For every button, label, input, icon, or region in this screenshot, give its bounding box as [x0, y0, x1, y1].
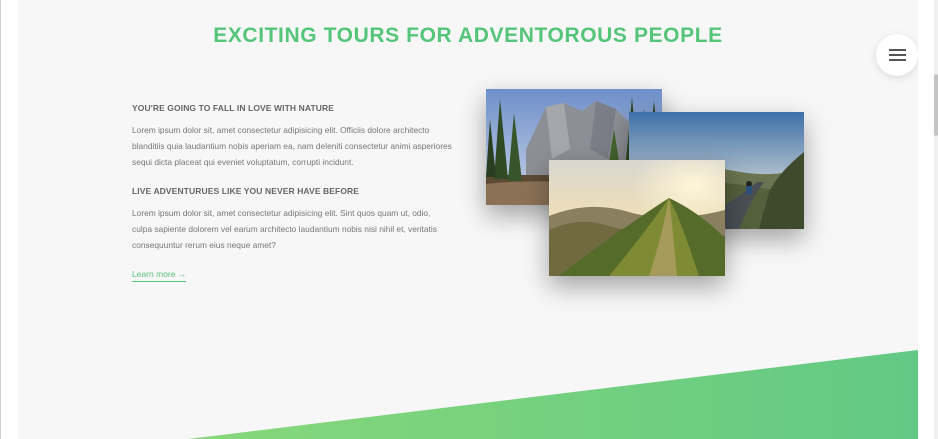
window-edge: [0, 0, 1, 439]
about-section: EXCITING TOURS FOR ADVENTOROUS PEOPLE YO…: [18, 0, 918, 439]
green-skewed-band: [188, 350, 918, 439]
menu-button[interactable]: [876, 34, 918, 76]
scrollbar-thumb[interactable]: [934, 74, 938, 136]
page-gutter: [918, 0, 938, 439]
hamburger-icon-bar: [889, 59, 906, 61]
hamburger-icon-bar: [889, 54, 906, 56]
scrollbar-track[interactable]: [934, 0, 938, 439]
hamburger-icon: [889, 49, 906, 51]
